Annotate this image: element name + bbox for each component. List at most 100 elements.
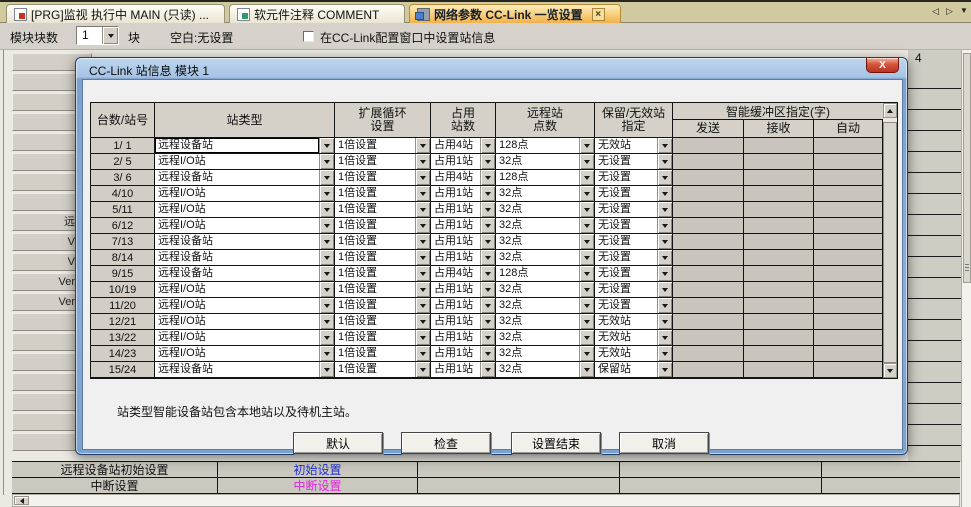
- setting-finish-button[interactable]: 设置结束: [511, 432, 601, 454]
- cell-buffer-send[interactable]: [673, 346, 744, 361]
- dropdown-button[interactable]: [657, 330, 672, 345]
- cell-buffer-send[interactable]: [673, 154, 744, 169]
- scroll-down-icon[interactable]: [883, 363, 897, 378]
- tab-scroll-left-icon[interactable]: ◁: [932, 6, 939, 17]
- dropdown-button[interactable]: [579, 346, 594, 361]
- cell-station-type[interactable]: 远程设备站: [155, 170, 335, 185]
- dropdown-button[interactable]: [657, 154, 672, 169]
- cell-station-type[interactable]: 远程I/O站: [155, 282, 335, 297]
- dropdown-button[interactable]: [657, 298, 672, 313]
- cell-station-type[interactable]: 远程设备站: [155, 362, 335, 377]
- cell-station-type[interactable]: 远程设备站: [155, 234, 335, 249]
- cell-remote-points[interactable]: 32点: [496, 186, 595, 201]
- dialog-close-button[interactable]: X: [866, 58, 899, 73]
- dropdown-button[interactable]: [579, 362, 594, 377]
- cell-buffer-receive[interactable]: [744, 314, 814, 329]
- dropdown-button[interactable]: [579, 330, 594, 345]
- cell-buffer-receive[interactable]: [744, 154, 814, 169]
- dropdown-button[interactable]: [657, 234, 672, 249]
- cell-remote-points[interactable]: 128点: [496, 138, 595, 153]
- cell-buffer-auto[interactable]: [814, 362, 883, 377]
- dropdown-button[interactable]: [579, 314, 594, 329]
- scroll-left-icon[interactable]: [14, 496, 29, 505]
- cell-reserve-invalid[interactable]: 无设置: [595, 186, 673, 201]
- dropdown-button[interactable]: [480, 202, 495, 217]
- cell-remote-points[interactable]: 32点: [496, 218, 595, 233]
- cell-expanded-cyclic[interactable]: 1倍设置: [335, 154, 431, 169]
- dropdown-button[interactable]: [415, 154, 430, 169]
- cell-buffer-receive[interactable]: [744, 282, 814, 297]
- dropdown-button[interactable]: [480, 218, 495, 233]
- cell-reserve-invalid[interactable]: 无设置: [595, 282, 673, 297]
- dropdown-button[interactable]: [319, 218, 334, 233]
- cell-expanded-cyclic[interactable]: 1倍设置: [335, 202, 431, 217]
- cell-remote-points[interactable]: 32点: [496, 154, 595, 169]
- dropdown-button[interactable]: [480, 314, 495, 329]
- cell-buffer-receive[interactable]: [744, 218, 814, 233]
- dropdown-button[interactable]: [480, 282, 495, 297]
- dropdown-button[interactable]: [480, 186, 495, 201]
- dropdown-button[interactable]: [579, 234, 594, 249]
- cell-remote-points[interactable]: 32点: [496, 330, 595, 345]
- dropdown-button[interactable]: [657, 202, 672, 217]
- dropdown-button[interactable]: [657, 218, 672, 233]
- cell-buffer-send[interactable]: [673, 186, 744, 201]
- cell-expanded-cyclic[interactable]: 1倍设置: [335, 250, 431, 265]
- cell-remote-points[interactable]: 128点: [496, 170, 595, 185]
- cell-buffer-auto[interactable]: [814, 298, 883, 313]
- cell-station-type[interactable]: 远程设备站: [155, 138, 335, 153]
- cell-buffer-send[interactable]: [673, 218, 744, 233]
- cell-reserve-invalid[interactable]: 无设置: [595, 266, 673, 281]
- dropdown-button[interactable]: [579, 298, 594, 313]
- dropdown-button[interactable]: [415, 298, 430, 313]
- cell-expanded-cyclic[interactable]: 1倍设置: [335, 186, 431, 201]
- cell-remote-points[interactable]: 32点: [496, 202, 595, 217]
- dropdown-button[interactable]: [415, 346, 430, 361]
- dropdown-button[interactable]: [415, 170, 430, 185]
- dropdown-button[interactable]: [319, 170, 334, 185]
- cell-buffer-auto[interactable]: [814, 138, 883, 153]
- cell-buffer-receive[interactable]: [744, 266, 814, 281]
- cell-reserve-invalid[interactable]: 无设置: [595, 170, 673, 185]
- dropdown-button[interactable]: [415, 202, 430, 217]
- cell-expanded-cyclic[interactable]: 1倍设置: [335, 330, 431, 345]
- cell-buffer-auto[interactable]: [814, 314, 883, 329]
- cell-occupied-stations[interactable]: 占用1站: [431, 202, 496, 217]
- cell-remote-points[interactable]: 32点: [496, 362, 595, 377]
- cell-buffer-receive[interactable]: [744, 186, 814, 201]
- cell-occupied-stations[interactable]: 占用1站: [431, 362, 496, 377]
- cell-buffer-receive[interactable]: [744, 170, 814, 185]
- cell-expanded-cyclic[interactable]: 1倍设置: [335, 218, 431, 233]
- dropdown-button[interactable]: [657, 282, 672, 297]
- cell-buffer-auto[interactable]: [814, 154, 883, 169]
- cancel-button[interactable]: 取消: [619, 432, 709, 454]
- cell-buffer-receive[interactable]: [744, 362, 814, 377]
- cell-expanded-cyclic[interactable]: 1倍设置: [335, 266, 431, 281]
- cell-occupied-stations[interactable]: 占用1站: [431, 218, 496, 233]
- dropdown-button[interactable]: [579, 218, 594, 233]
- cell-occupied-stations[interactable]: 占用1站: [431, 298, 496, 313]
- dropdown-button[interactable]: [319, 138, 334, 153]
- dropdown-button[interactable]: [480, 170, 495, 185]
- chevron-down-icon[interactable]: [102, 27, 118, 44]
- cell-station-type[interactable]: 远程设备站: [155, 250, 335, 265]
- cell-buffer-send[interactable]: [673, 266, 744, 281]
- cell-reserve-invalid[interactable]: 无效站: [595, 314, 673, 329]
- cell-occupied-stations[interactable]: 占用4站: [431, 138, 496, 153]
- cell-reserve-invalid[interactable]: 无设置: [595, 218, 673, 233]
- dropdown-button[interactable]: [319, 314, 334, 329]
- dropdown-button[interactable]: [480, 138, 495, 153]
- cell-station-type[interactable]: 远程I/O站: [155, 154, 335, 169]
- dropdown-button[interactable]: [657, 138, 672, 153]
- dropdown-button[interactable]: [579, 154, 594, 169]
- dropdown-button[interactable]: [319, 266, 334, 281]
- cell-remote-points[interactable]: 32点: [496, 234, 595, 249]
- cell-reserve-invalid[interactable]: 无设置: [595, 154, 673, 169]
- dropdown-button[interactable]: [579, 266, 594, 281]
- dropdown-button[interactable]: [319, 186, 334, 201]
- cell-buffer-auto[interactable]: [814, 186, 883, 201]
- cell-occupied-stations[interactable]: 占用4站: [431, 266, 496, 281]
- cell-buffer-receive[interactable]: [744, 330, 814, 345]
- dropdown-button[interactable]: [415, 138, 430, 153]
- tab-device-comment[interactable]: 软元件注释 COMMENT: [229, 4, 405, 24]
